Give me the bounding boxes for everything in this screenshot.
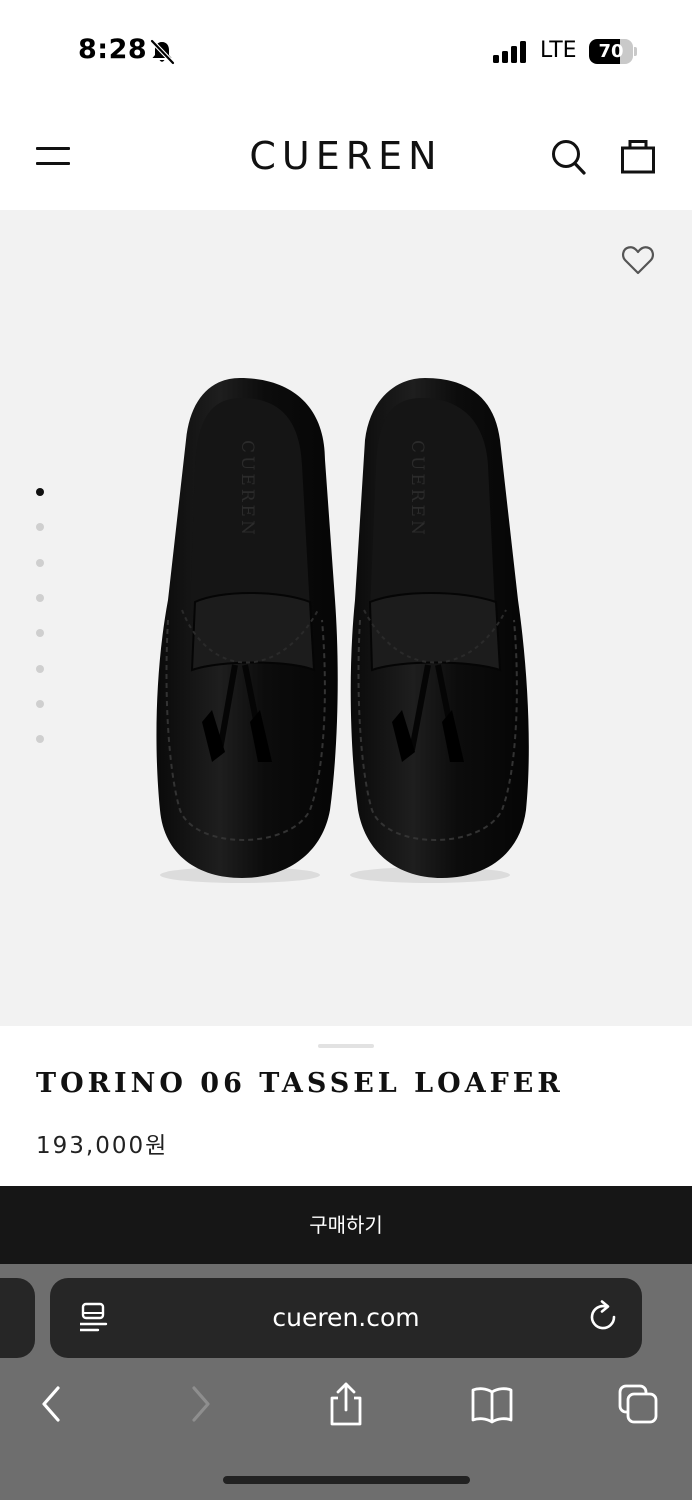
- gallery-dot[interactable]: [36, 629, 44, 638]
- back-icon[interactable]: [30, 1382, 74, 1426]
- gallery-dot[interactable]: [36, 593, 44, 602]
- product-info: TORINO 06 TASSEL LOAFER 193,000원: [0, 1026, 692, 1186]
- address-bar[interactable]: cueren.com: [50, 1278, 642, 1358]
- url-text: cueren.com: [272, 1303, 420, 1332]
- heart-icon[interactable]: [621, 244, 655, 276]
- battery-icon: 70: [589, 39, 637, 64]
- cellular-signal-icon: [493, 41, 526, 63]
- product-image: CUEREN CUEREN: [156, 378, 529, 883]
- right-loafer: CUEREN: [350, 378, 529, 883]
- gallery-dot[interactable]: [36, 699, 44, 708]
- home-indicator: [223, 1476, 470, 1484]
- share-icon[interactable]: [324, 1382, 368, 1426]
- search-icon[interactable]: [550, 138, 586, 176]
- status-bar: 8:28 LTE 70: [0, 0, 692, 100]
- left-loafer: CUEREN: [156, 378, 338, 883]
- status-time: 8:28: [78, 34, 148, 65]
- sheet-handle[interactable]: [318, 1044, 374, 1048]
- gallery-dot[interactable]: [36, 664, 44, 673]
- insole-logo-right: CUEREN: [407, 440, 427, 538]
- gallery-pagination: [34, 488, 46, 748]
- buy-button[interactable]: 구매하기: [0, 1186, 692, 1264]
- tabs-icon[interactable]: [616, 1382, 660, 1426]
- previous-tab-preview[interactable]: [0, 1278, 35, 1358]
- hamburger-menu-icon[interactable]: [36, 145, 70, 167]
- battery-level: 70: [598, 41, 624, 62]
- bookmarks-icon[interactable]: [470, 1382, 514, 1426]
- gallery-dot[interactable]: [36, 735, 44, 744]
- gallery-dot[interactable]: [36, 558, 44, 567]
- forward-icon[interactable]: [178, 1382, 222, 1426]
- gallery-dot[interactable]: [36, 488, 44, 496]
- brand-logo[interactable]: CUEREN: [196, 134, 496, 178]
- product-title: TORINO 06 TASSEL LOAFER: [36, 1068, 564, 1099]
- bell-muted-icon: [150, 39, 175, 65]
- insole-logo-left: CUEREN: [237, 440, 257, 538]
- product-price: 193,000원: [36, 1133, 169, 1159]
- shopping-bag-icon[interactable]: [620, 138, 656, 174]
- browser-toolbar: cueren.com: [0, 1264, 692, 1500]
- reload-icon[interactable]: [588, 1300, 620, 1334]
- site-header: CUEREN: [0, 100, 692, 210]
- gallery-dot[interactable]: [36, 523, 44, 532]
- product-gallery[interactable]: CUEREN CUEREN: [0, 210, 692, 1026]
- network-type: LTE: [540, 38, 577, 63]
